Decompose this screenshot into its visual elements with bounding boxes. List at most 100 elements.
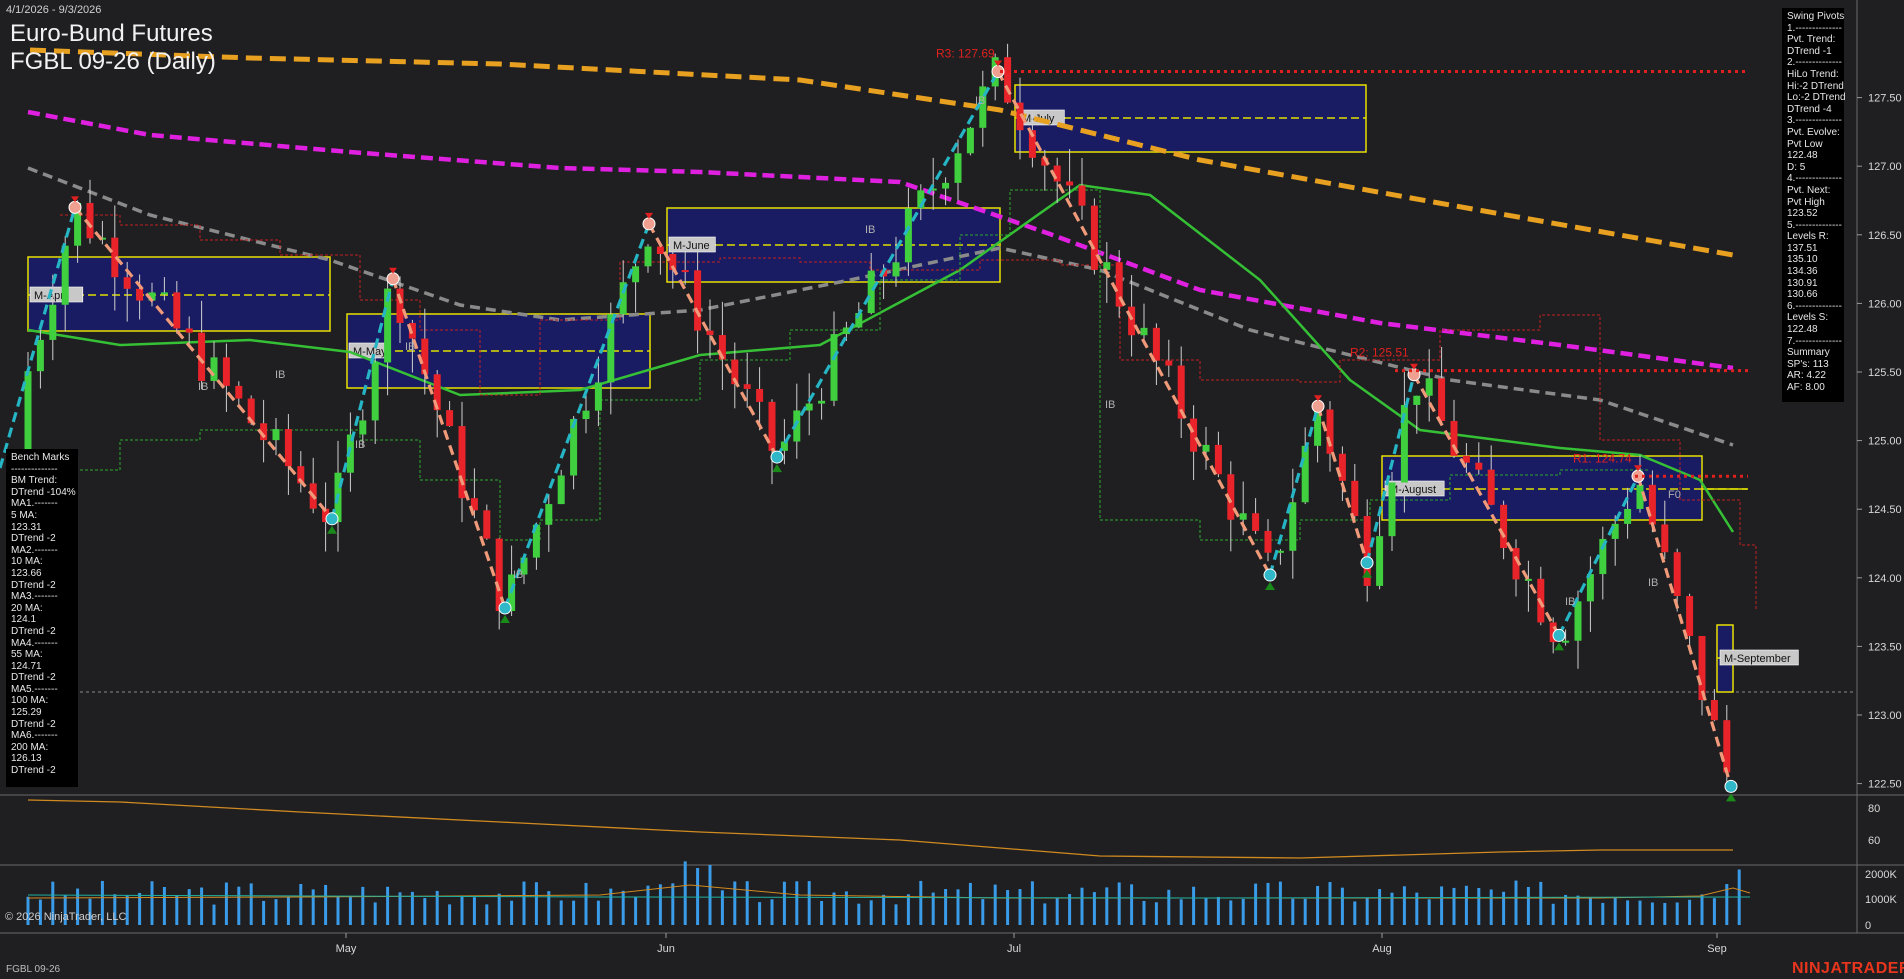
ib-marker: IB [513,569,523,581]
volume-bar [1378,889,1382,925]
bench-panel-line: MA3.------- [11,591,58,603]
ib-marker: IB [405,341,415,353]
candle-body [805,403,813,411]
candle-body [1562,640,1570,643]
candle-body [706,330,714,336]
price-chart[interactable]: M-AprilM-MayM-JuneM-JulyM-AugustM-Septem… [0,0,1904,979]
volume-bar [1068,894,1072,925]
bench-panel-line: DTrend -2 [11,625,56,637]
candle-body [656,246,664,255]
volume-bar [572,900,576,925]
candle-body [942,182,950,189]
footer-symbol: FGBL 09-26 [6,964,61,975]
candle-body [160,292,168,295]
pivot-low-arrow [1554,642,1564,651]
candle-body [582,410,590,420]
bench-panel-line: MA2.------- [11,544,58,556]
volume-bar [1489,889,1493,925]
swing-panel-line: Pvt High [1787,196,1825,208]
candle-body [421,338,429,375]
volume-bar [1712,898,1716,925]
swing-panel-line: Levels R: [1787,231,1829,243]
volume-bar [820,900,824,925]
volume-bar [1539,881,1543,925]
volume-bar [621,890,625,925]
candle-body [272,429,280,441]
volume-bar [212,904,216,925]
candle-body [235,385,243,399]
volume-bar [981,899,985,925]
swing-panel-line: D: 5 [1787,161,1806,173]
pivot-low-dot [770,450,784,464]
volume-bar [249,883,253,925]
swing-pivots-panel: Swing Pivots 1.-------------- Pvt. Trend: D… [1782,8,1846,402]
volume-bar [522,881,526,925]
candle-body [1388,482,1396,537]
price-tick-label: 126.50 [1868,230,1902,242]
swing-panel-line: 2.-------------- [1787,57,1842,69]
volume-bar [720,890,724,925]
volume-bar [1402,886,1406,925]
volume-bar [1167,889,1171,925]
volume-bar [869,900,873,925]
volume-bar [807,881,811,925]
candle-body [966,127,974,154]
volume-bar [882,894,886,925]
swing-line [0,206,77,469]
volume-bar [1006,890,1010,925]
volume-bar [187,889,191,925]
swing-line [1316,405,1369,564]
pivot-low-arrow [500,614,510,623]
candle-body [61,245,69,305]
candle-body [768,401,776,451]
volume-bar [485,904,489,925]
volume-bar [1613,897,1617,925]
volume-bar [758,902,762,925]
ib-marker: IB [975,95,985,107]
candle-body [545,504,553,525]
swing-panel-line: AF: 8.00 [1787,382,1825,393]
ib-marker: IB [355,439,365,451]
volume-bar [472,897,476,925]
volume-bar [1303,898,1307,925]
swing-panel-line: DTrend -4 [1787,103,1832,115]
volume-bar [1179,899,1183,925]
candle-body [1239,513,1247,520]
volume-bar [1663,902,1667,925]
volume-bar [993,884,997,925]
month-label: Jun [657,943,675,955]
volume-bar [1291,898,1295,925]
volume-bar [1278,881,1282,925]
swing-lines [0,60,1738,802]
bench-panel-line: MA6.------- [11,730,58,742]
candle-body [1438,378,1446,421]
monthly-box-label: M-September [1724,653,1791,665]
volume-bar [410,891,414,925]
volume-bar [1216,896,1220,925]
candle-body [1500,504,1508,549]
volume-bar [1080,887,1084,925]
volume-bar [348,897,352,925]
volume-bar [708,864,712,925]
price-tick-label: 124.50 [1868,504,1902,516]
pivot-low-dot [1263,568,1277,582]
volume-bar [596,900,600,925]
volume-bar [745,881,749,925]
volume-bar [398,892,402,925]
swing-panel-line: 130.66 [1787,289,1818,301]
ib-marker: IB [198,381,208,393]
volume-bar [658,884,662,925]
volume-bar [1154,902,1158,925]
candlesticks [24,43,1731,792]
date-range: 4/1/2026 - 9/3/2026 [6,4,102,16]
candle-body [1686,596,1694,636]
volume-bar [1675,902,1679,925]
candle-body [818,400,826,404]
candle-body [173,292,181,329]
volume-bar [844,891,848,925]
volume-bar [857,903,861,925]
bench-panel-line: 55 MA: [11,649,43,661]
pivot-high-arrow [1314,395,1322,402]
bench-panel-line: DTrend -2 [11,718,56,730]
volume-bar [1043,903,1047,925]
